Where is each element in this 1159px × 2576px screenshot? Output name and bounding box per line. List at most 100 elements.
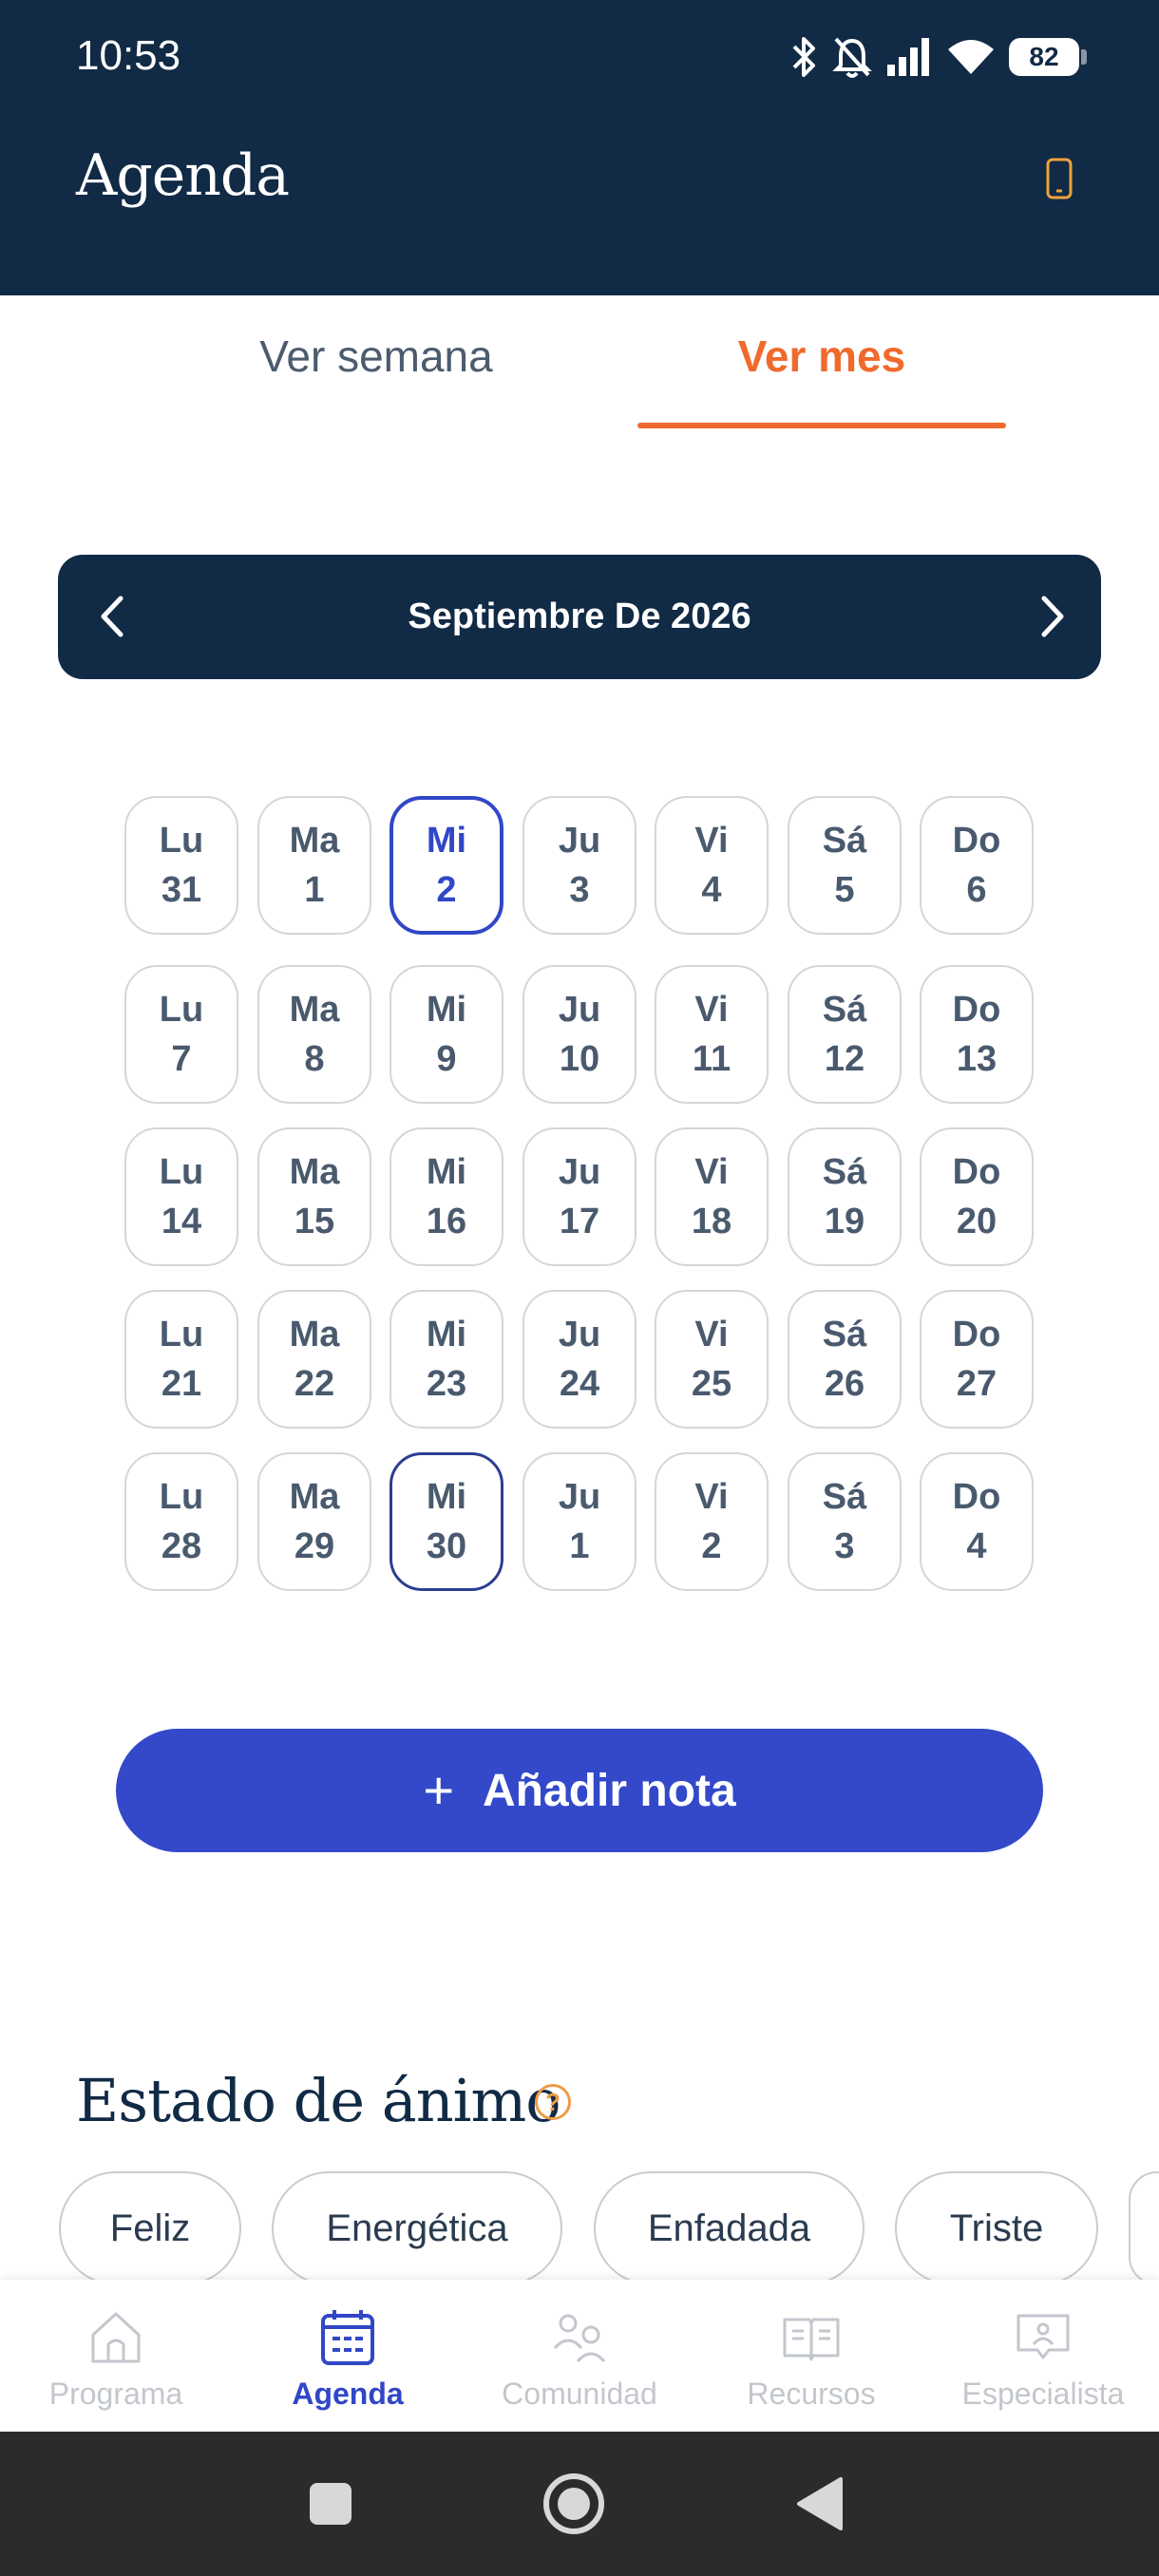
back-button[interactable]: [785, 2470, 853, 2538]
nav-item-recursos[interactable]: Recursos: [695, 2280, 927, 2432]
calendar-day-cell[interactable]: Vi 25: [655, 1290, 769, 1429]
calendar-day-cell[interactable]: Lu 31: [124, 796, 238, 935]
help-icon[interactable]: ?: [535, 2084, 571, 2120]
active-tab-indicator: [637, 423, 1006, 428]
calendar-day-cell[interactable]: Do 27: [920, 1290, 1034, 1429]
day-number: 4: [966, 1526, 987, 1566]
bluetooth-icon: [792, 37, 815, 77]
status-icons: 82: [790, 28, 1087, 85]
calendar-icon: [321, 2310, 374, 2365]
calendar-day-cell[interactable]: Ju 10: [522, 965, 636, 1104]
calendar-day-cell[interactable]: Ma 29: [257, 1452, 371, 1591]
calendar-day-cell[interactable]: Lu 21: [124, 1290, 238, 1429]
day-number: 3: [834, 1526, 855, 1566]
day-number: 4: [701, 870, 722, 910]
tab-month-view[interactable]: Ver mes: [637, 331, 1006, 382]
home-icon: [91, 2312, 141, 2363]
nav-label: Especialista: [961, 2377, 1125, 2411]
calendar-day-cell[interactable]: Ju 3: [522, 796, 636, 935]
calendar-day-cell[interactable]: Mi 9: [390, 965, 504, 1104]
app-header: 10:53 82 Agenda: [0, 0, 1159, 295]
calendar-day-cell[interactable]: Do 20: [920, 1127, 1034, 1266]
calendar-day-cell[interactable]: Do 6: [920, 796, 1034, 935]
weekday-label: Ju: [558, 990, 601, 1030]
calendar-day-cell[interactable]: Ju 17: [522, 1127, 636, 1266]
month-navigator: Septiembre De 2026: [58, 555, 1101, 679]
day-number: 24: [559, 1364, 600, 1404]
weekday-label: Vi: [694, 1477, 729, 1517]
calendar-day-cell[interactable]: Do 13: [920, 965, 1034, 1104]
tab-week-view[interactable]: Ver semana: [205, 331, 547, 382]
calendar-day-cell[interactable]: Sá 5: [788, 796, 902, 935]
calendar-day-cell[interactable]: Ju 1: [522, 1452, 636, 1591]
mood-chip-sad[interactable]: Triste: [895, 2171, 1098, 2285]
calendar-day-cell[interactable]: Mi 23: [390, 1290, 504, 1429]
recents-button[interactable]: [296, 2470, 365, 2538]
day-number: 5: [834, 870, 855, 910]
next-month-button[interactable]: [1021, 585, 1084, 648]
nav-item-comunidad[interactable]: Comunidad: [464, 2280, 695, 2432]
nav-item-especialista[interactable]: Especialista: [927, 2280, 1159, 2432]
calendar-day-cell[interactable]: Mi 16: [390, 1127, 504, 1266]
calendar-day-cell[interactable]: Vi 4: [655, 796, 769, 935]
day-number: 30: [426, 1526, 467, 1566]
calendar-day-cell[interactable]: Sá 3: [788, 1452, 902, 1591]
book-icon: [783, 2318, 840, 2361]
day-number: 22: [294, 1364, 335, 1404]
device-icon[interactable]: [1045, 157, 1074, 200]
calendar-day-cell[interactable]: Lu 28: [124, 1452, 238, 1591]
day-number: 21: [161, 1364, 202, 1404]
square-icon: [310, 2483, 352, 2525]
calendar-day-cell[interactable]: Vi 18: [655, 1127, 769, 1266]
calendar-day-cell[interactable]: Mi 30: [390, 1452, 504, 1591]
calendar-day-cell[interactable]: Ma 15: [257, 1127, 371, 1266]
weekday-label: Sá: [822, 1477, 867, 1517]
weekday-label: Ju: [558, 1152, 601, 1192]
nav-item-programa[interactable]: Programa: [0, 2280, 232, 2432]
status-time: 10:53: [76, 32, 181, 79]
day-number: 20: [956, 1202, 998, 1241]
day-number: 25: [691, 1364, 732, 1404]
calendar-day-cell[interactable]: Mi 2: [390, 796, 504, 935]
weekday-label: Sá: [822, 1315, 867, 1354]
add-note-label: Añadir nota: [483, 1765, 736, 1816]
day-number: 13: [956, 1039, 998, 1079]
mood-chip-partial[interactable]: [1129, 2171, 1159, 2285]
weekday-label: Lu: [159, 821, 204, 861]
calendar-day-cell[interactable]: Do 4: [920, 1452, 1034, 1591]
calendar-week-row: Lu 14 Ma 15 Mi 16 Ju 17 Vi 18 Sá 19 Do 20: [124, 1127, 1036, 1266]
add-note-button[interactable]: + Añadir nota: [116, 1729, 1043, 1852]
calendar-day-cell[interactable]: Ju 24: [522, 1290, 636, 1429]
weekday-label: Vi: [694, 1315, 729, 1354]
day-number: 16: [426, 1202, 467, 1241]
community-icon: [553, 2314, 606, 2363]
mood-chip-angry[interactable]: Enfadada: [594, 2171, 864, 2285]
calendar-day-cell[interactable]: Lu 14: [124, 1127, 238, 1266]
calendar-day-cell[interactable]: Lu 7: [124, 965, 238, 1104]
weekday-label: Sá: [822, 1152, 867, 1192]
mood-chip-happy[interactable]: Feliz: [59, 2171, 241, 2285]
day-number: 19: [824, 1202, 865, 1241]
weekday-label: Ju: [558, 1315, 601, 1354]
day-number: 9: [436, 1039, 457, 1079]
home-button[interactable]: [540, 2470, 608, 2538]
bottom-navigation: Programa Agenda Comunidad Recursos Espec…: [0, 2280, 1159, 2432]
calendar-day-cell[interactable]: Vi 11: [655, 965, 769, 1104]
calendar-day-cell[interactable]: Ma 22: [257, 1290, 371, 1429]
day-number: 1: [569, 1526, 590, 1566]
nav-item-agenda[interactable]: Agenda: [232, 2280, 464, 2432]
calendar-day-cell[interactable]: Ma 1: [257, 796, 371, 935]
calendar-day-cell[interactable]: Ma 8: [257, 965, 371, 1104]
calendar-day-cell[interactable]: Sá 12: [788, 965, 902, 1104]
weekday-label: Do: [952, 990, 1001, 1030]
calendar-week-row: Lu 28 Ma 29 Mi 30 Ju 1 Vi 2 Sá 3 Do 4: [124, 1452, 1036, 1591]
day-number: 2: [701, 1526, 722, 1566]
calendar-week-row: Lu 21 Ma 22 Mi 23 Ju 24 Vi 25 Sá 26 Do 27: [124, 1290, 1036, 1429]
calendar-day-cell[interactable]: Vi 2: [655, 1452, 769, 1591]
chevron-right-icon: [1041, 596, 1064, 637]
mood-chip-energetic[interactable]: Energética: [272, 2171, 562, 2285]
day-number: 14: [161, 1202, 202, 1241]
calendar-day-cell[interactable]: Sá 26: [788, 1290, 902, 1429]
plus-icon: +: [423, 1760, 455, 1820]
calendar-day-cell[interactable]: Sá 19: [788, 1127, 902, 1266]
